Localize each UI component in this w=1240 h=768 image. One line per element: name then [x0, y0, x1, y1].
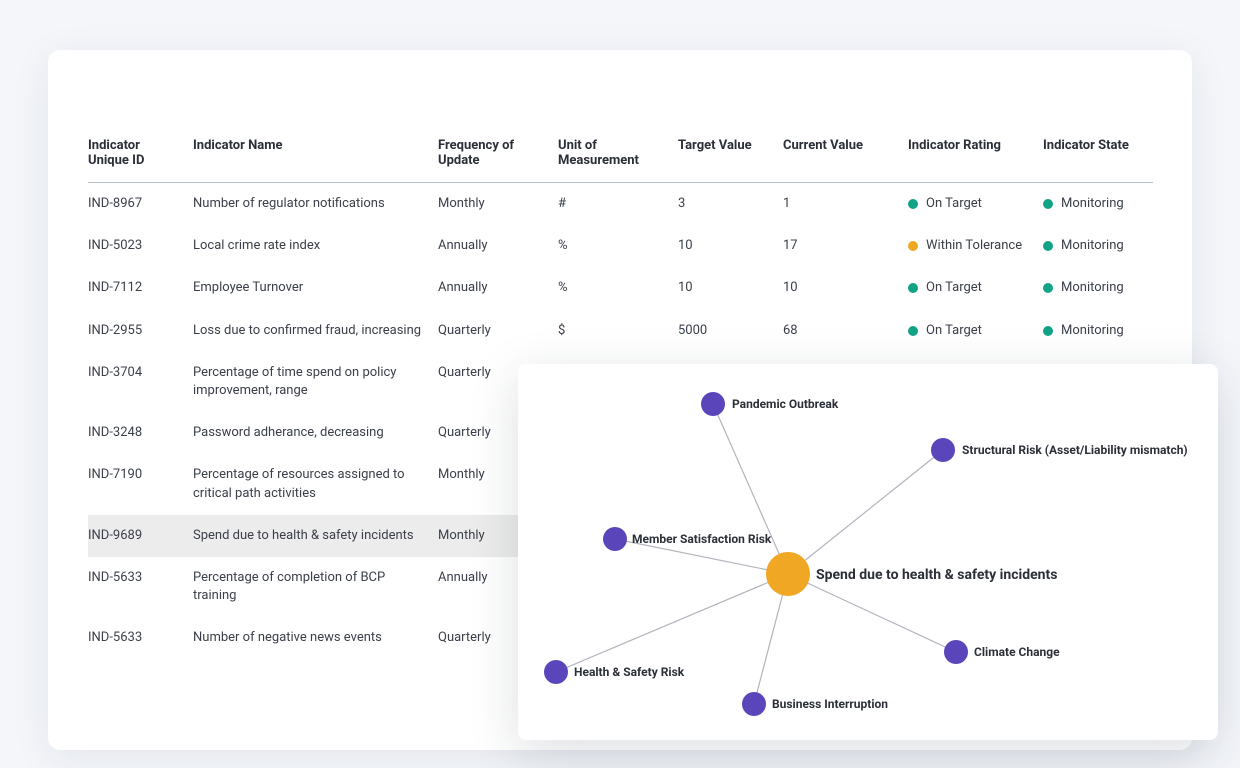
cell-name: Percentage of time spend on policy impro… [193, 352, 438, 412]
col-header-target[interactable]: Target Value [678, 130, 783, 183]
cell-state: Monitoring [1043, 183, 1153, 226]
status-dot-icon [1043, 241, 1053, 251]
table-row[interactable]: IND-7112Employee TurnoverAnnually%1010On… [88, 267, 1153, 309]
cell-name: Number of negative news events [193, 617, 438, 659]
label-structural: Structural Risk (Asset/Liability mismatc… [962, 443, 1188, 457]
cell-id: IND-7112 [88, 267, 193, 309]
cell-current: 10 [783, 267, 908, 309]
status-dot-icon [908, 199, 918, 209]
cell-unit: $ [558, 310, 678, 352]
edge-health [556, 574, 788, 672]
cell-freq: Annually [438, 225, 558, 267]
cell-unit: % [558, 267, 678, 309]
cell-name: Loss due to confirmed fraud, increasing [193, 310, 438, 352]
status-dot-icon [1043, 326, 1053, 336]
edge-structural [788, 450, 943, 574]
label-business: Business Interruption [772, 697, 888, 711]
col-header-name[interactable]: Indicator Name [193, 130, 438, 183]
rating-label: On Target [926, 279, 982, 297]
col-header-state[interactable]: Indicator State [1043, 130, 1153, 183]
cell-id: IND-2955 [88, 310, 193, 352]
table-row[interactable]: IND-5023Local crime rate indexAnnually%1… [88, 225, 1153, 267]
rating-label: On Target [926, 195, 982, 213]
node-business[interactable] [742, 692, 766, 716]
status-dot-icon [1043, 283, 1053, 293]
status-dot-icon [1043, 199, 1053, 209]
col-header-id[interactable]: Indicator Unique ID [88, 130, 193, 183]
state-label: Monitoring [1061, 322, 1124, 340]
cell-id: IND-3248 [88, 412, 193, 454]
cell-id: IND-5023 [88, 225, 193, 267]
cell-id: IND-8967 [88, 183, 193, 226]
cell-name: Password adherance, decreasing [193, 412, 438, 454]
col-header-current[interactable]: Current Value [783, 130, 908, 183]
risk-network-svg: Pandemic Outbreak Structural Risk (Asset… [518, 364, 1218, 740]
cell-rating: On Target [908, 310, 1043, 352]
label-member: Member Satisfaction Risk [632, 532, 772, 546]
cell-name: Number of regulator notifications [193, 183, 438, 226]
node-pandemic[interactable] [701, 392, 725, 416]
cell-target: 5000 [678, 310, 783, 352]
label-center: Spend due to health & safety incidents [816, 567, 1057, 583]
cell-current: 17 [783, 225, 908, 267]
cell-target: 3 [678, 183, 783, 226]
risk-network-panel: Pandemic Outbreak Structural Risk (Asset… [518, 364, 1218, 740]
cell-freq: Quarterly [438, 310, 558, 352]
rating-label: Within Tolerance [926, 237, 1022, 255]
cell-name: Employee Turnover [193, 267, 438, 309]
edge-pandemic [713, 404, 788, 574]
cell-current: 1 [783, 183, 908, 226]
table-row[interactable]: IND-8967Number of regulator notification… [88, 183, 1153, 226]
cell-current: 68 [783, 310, 908, 352]
cell-id: IND-5633 [88, 617, 193, 659]
table-row[interactable]: IND-2955Loss due to confirmed fraud, inc… [88, 310, 1153, 352]
cell-name: Percentage of resources assigned to crit… [193, 454, 438, 514]
cell-state: Monitoring [1043, 225, 1153, 267]
status-dot-icon [908, 326, 918, 336]
col-header-freq[interactable]: Frequency of Update [438, 130, 558, 183]
cell-freq: Monthly [438, 183, 558, 226]
cell-id: IND-5633 [88, 557, 193, 617]
rating-label: On Target [926, 322, 982, 340]
label-health: Health & Safety Risk [574, 665, 685, 679]
col-header-rating[interactable]: Indicator Rating [908, 130, 1043, 183]
cell-state: Monitoring [1043, 267, 1153, 309]
edge-climate [788, 574, 956, 652]
cell-target: 10 [678, 225, 783, 267]
cell-rating: On Target [908, 267, 1043, 309]
node-climate[interactable] [944, 640, 968, 664]
state-label: Monitoring [1061, 279, 1124, 297]
label-climate: Climate Change [974, 645, 1060, 659]
cell-rating: Within Tolerance [908, 225, 1043, 267]
cell-rating: On Target [908, 183, 1043, 226]
label-pandemic: Pandemic Outbreak [732, 397, 839, 411]
node-health[interactable] [544, 660, 568, 684]
cell-id: IND-9689 [88, 515, 193, 557]
state-label: Monitoring [1061, 195, 1124, 213]
table-header-row: Indicator Unique ID Indicator Name Frequ… [88, 130, 1153, 183]
status-dot-icon [908, 241, 918, 251]
cell-freq: Annually [438, 267, 558, 309]
cell-unit: % [558, 225, 678, 267]
node-center[interactable] [766, 552, 810, 596]
state-label: Monitoring [1061, 237, 1124, 255]
cell-unit: # [558, 183, 678, 226]
cell-name: Percentage of completion of BCP training [193, 557, 438, 617]
node-structural[interactable] [931, 438, 955, 462]
status-dot-icon [908, 283, 918, 293]
cell-id: IND-3704 [88, 352, 193, 412]
node-member[interactable] [603, 527, 627, 551]
cell-state: Monitoring [1043, 310, 1153, 352]
cell-name: Local crime rate index [193, 225, 438, 267]
col-header-unit[interactable]: Unit of Measurement [558, 130, 678, 183]
cell-name: Spend due to health & safety incidents [193, 515, 438, 557]
cell-target: 10 [678, 267, 783, 309]
cell-id: IND-7190 [88, 454, 193, 514]
